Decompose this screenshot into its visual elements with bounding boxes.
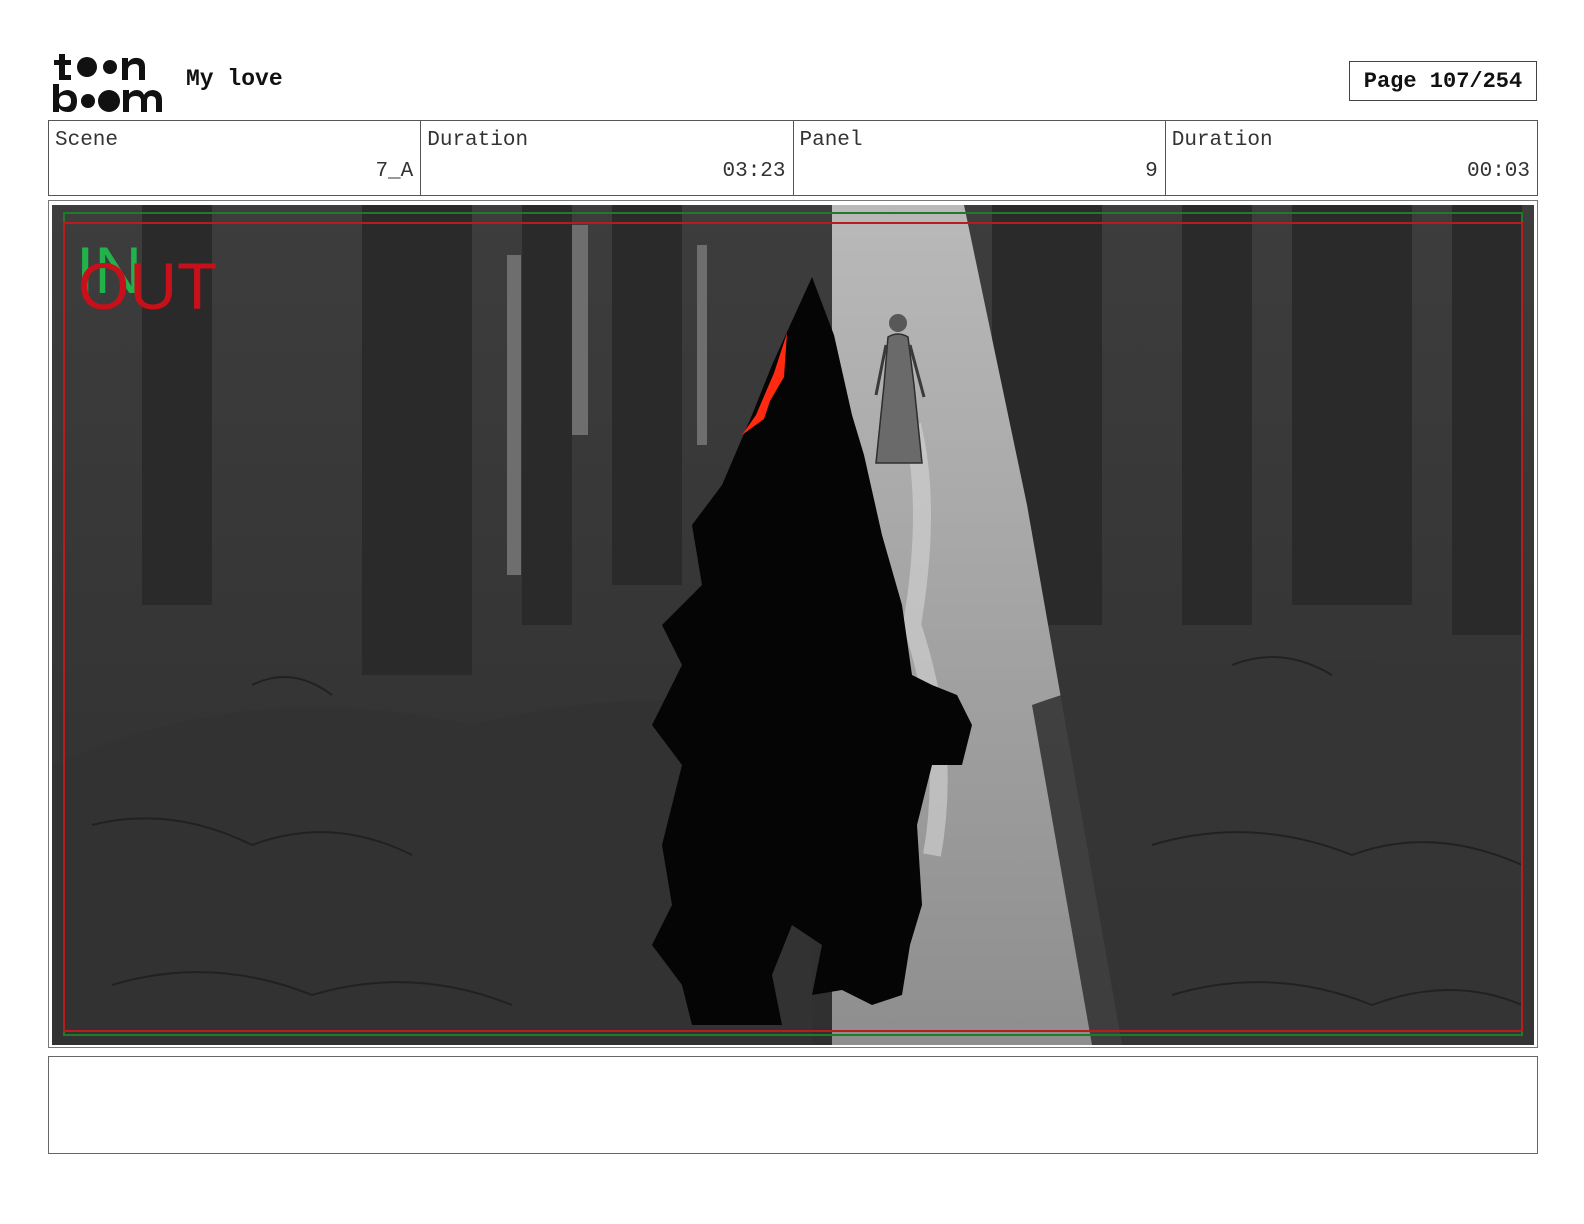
- page-indicator: Page 107/254: [1349, 61, 1537, 101]
- scene-info-table: Scene 7_A Duration 03:23 Panel 9 Duratio…: [48, 120, 1538, 196]
- storyboard-panel-image: IN OUT: [52, 205, 1534, 1045]
- toonboom-logo: [53, 54, 162, 112]
- panel-label: Panel: [799, 129, 863, 152]
- scene-duration-value: 03:23: [722, 160, 786, 183]
- out-marker: OUT: [78, 249, 217, 323]
- scene-cell: Scene 7_A: [49, 121, 422, 195]
- scene-value: 7_A: [375, 160, 414, 183]
- panel-cell: Panel 9: [794, 121, 1166, 195]
- panel-duration-value: 00:03: [1466, 160, 1530, 183]
- panel-value: 9: [1145, 160, 1158, 183]
- scene-duration-cell: Duration 03:23: [421, 121, 794, 195]
- project-title: My love: [186, 66, 283, 92]
- panel-notes: [48, 1056, 1538, 1154]
- panel-duration-label: Duration: [1171, 129, 1273, 152]
- scene-duration-label: Duration: [427, 129, 529, 152]
- panel-duration-cell: Duration 00:03: [1166, 121, 1537, 195]
- scene-label: Scene: [55, 129, 119, 152]
